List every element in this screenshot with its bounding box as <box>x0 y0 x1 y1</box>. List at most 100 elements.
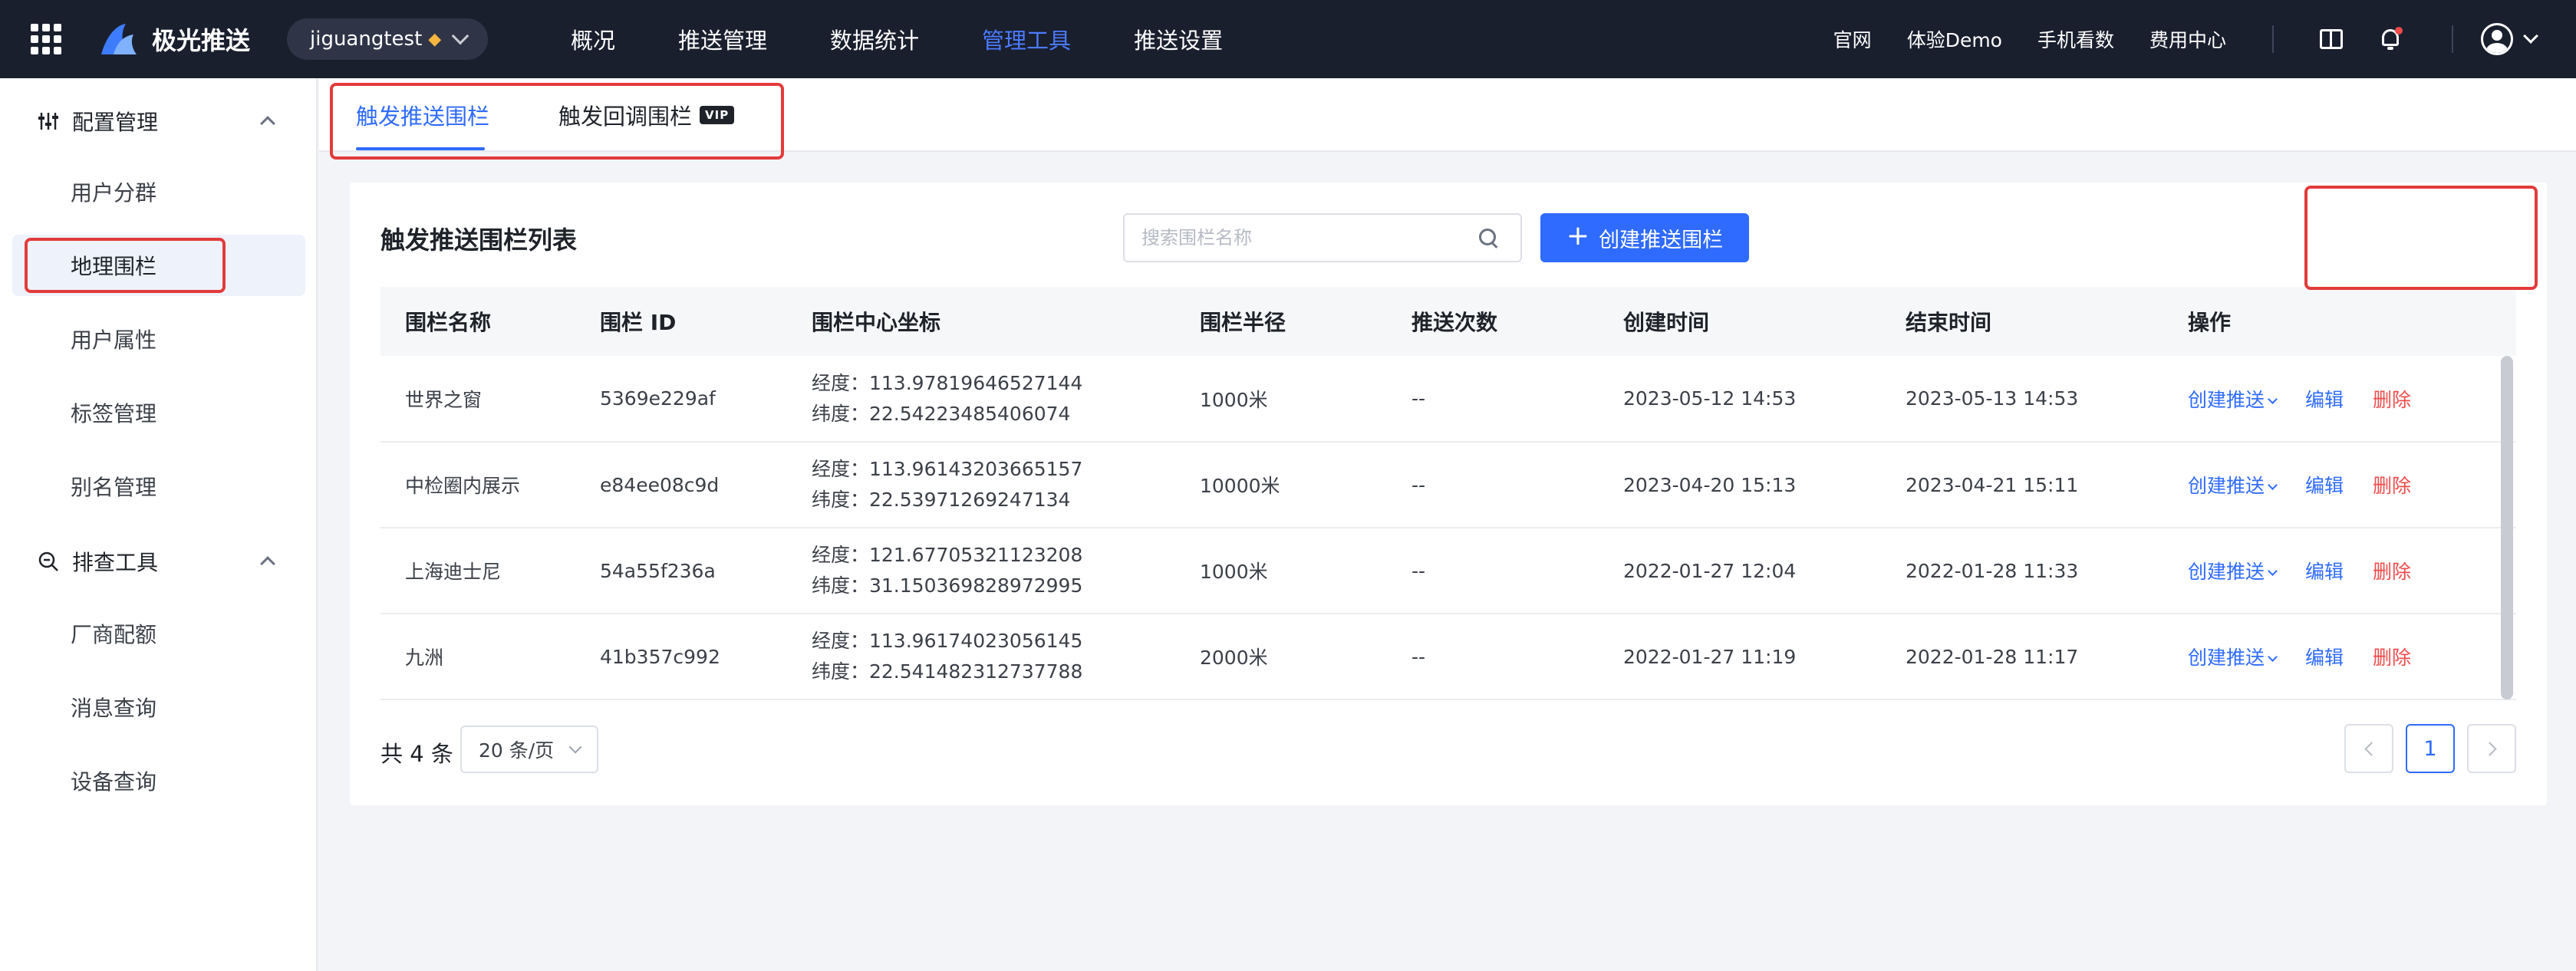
chevron-right-icon <box>2482 741 2497 756</box>
delete-link[interactable]: 删除 <box>2373 647 2411 669</box>
latitude: 纬度：22.541482312737788 <box>812 660 1083 683</box>
edit-link[interactable]: 编辑 <box>2305 475 2344 497</box>
chevron-down-icon <box>451 27 469 45</box>
nav-tools[interactable]: 管理工具 <box>982 23 1071 55</box>
push-count: -- <box>1412 645 1426 668</box>
nav-push-management[interactable]: 推送管理 <box>678 23 767 55</box>
action-label: 创建推送 <box>2188 647 2265 669</box>
created-time: 2023-05-12 14:53 <box>1623 387 1797 410</box>
created-time: 2022-01-27 11:19 <box>1623 645 1797 668</box>
table-row: 上海迪士尼 54a55f236a 经度：121.67705321123208 纬度… <box>380 528 2516 614</box>
row-actions: 创建推送 编辑 删除 <box>2163 442 2516 528</box>
chevron-down-icon <box>2268 480 2278 490</box>
column-header: 围栏中心坐标 <box>812 310 941 335</box>
row-actions: 创建推送 编辑 删除 <box>2163 528 2516 614</box>
sidebar-group-label: 排查工具 <box>72 550 159 575</box>
sidebar-group-label: 配置管理 <box>72 110 159 135</box>
action-label: 创建推送 <box>2188 388 2265 411</box>
chevron-left-icon <box>2364 741 2379 756</box>
plus-icon: + <box>1566 220 1590 252</box>
chevron-up-icon <box>260 116 275 131</box>
create-push-dropdown[interactable]: 创建推送 <box>2188 647 2278 669</box>
zoom-out-search-icon <box>38 551 58 571</box>
chevron-down-icon[interactable] <box>2523 28 2538 44</box>
table-scrollbar[interactable] <box>2501 356 2513 699</box>
next-page-button[interactable] <box>2467 724 2516 773</box>
notification-bell-icon[interactable] <box>2378 27 2403 51</box>
link-billing[interactable]: 费用中心 <box>2149 25 2226 53</box>
docs-book-icon[interactable] <box>2320 29 2343 49</box>
column-header: 创建时间 <box>1623 310 1710 335</box>
table-header-row: 围栏名称 围栏 ID 围栏中心坐标 围栏半径 推送次数 创建时间 结束时间 操作 <box>380 287 2516 356</box>
nav-overview[interactable]: 概况 <box>571 23 615 55</box>
edit-link[interactable]: 编辑 <box>2305 647 2344 669</box>
fence-name: 中检圈内展示 <box>405 475 521 497</box>
column-header: 推送次数 <box>1412 310 1498 335</box>
brand-logo[interactable]: 极光推送 <box>98 21 250 58</box>
create-push-dropdown[interactable]: 创建推送 <box>2188 388 2278 411</box>
delete-link[interactable]: 删除 <box>2373 475 2411 497</box>
fence-name: 九洲 <box>405 647 444 669</box>
sidebar-item-vendor-quota[interactable]: 厂商配额 <box>12 603 305 664</box>
sidebar-item-user-segment[interactable]: 用户分群 <box>12 161 305 222</box>
sidebar-item-tags[interactable]: 标签管理 <box>12 382 305 443</box>
total-count: 共 4 条 <box>380 741 453 767</box>
user-avatar-icon[interactable] <box>2481 23 2513 55</box>
chevron-down-icon <box>2268 652 2278 662</box>
tab-trigger-push-fence[interactable]: 触发推送围栏 <box>356 78 489 152</box>
fence-radius: 2000米 <box>1200 647 1268 669</box>
page-size-select[interactable]: 20 条/页 <box>460 726 598 773</box>
nav-statistics[interactable]: 数据统计 <box>830 23 919 55</box>
longitude: 经度：113.97819646527144 <box>812 371 1083 394</box>
link-website[interactable]: 官网 <box>1833 25 1872 53</box>
action-label: 创建推送 <box>2188 475 2265 497</box>
sidebar-item-geofence[interactable]: 地理围栏 <box>12 235 305 296</box>
link-mobile[interactable]: 手机看数 <box>2037 25 2114 53</box>
fence-center: 经度：113.97819646527144 纬度：22.5422348540607… <box>787 356 1175 442</box>
sliders-icon <box>38 113 58 130</box>
chevron-down-icon <box>2268 566 2278 576</box>
search-input[interactable] <box>1141 227 1464 249</box>
button-label: 创建推送围栏 <box>1599 228 1724 252</box>
longitude: 经度：121.67705321123208 <box>812 544 1083 566</box>
app-name: jiguangtest <box>310 28 423 51</box>
create-push-dropdown[interactable]: 创建推送 <box>2188 475 2278 497</box>
card-title: 触发推送围栏列表 <box>380 225 578 255</box>
sidebar-item-device-query[interactable]: 设备查询 <box>12 750 305 811</box>
end-time: 2023-05-13 14:53 <box>1906 387 2079 410</box>
page-number-button[interactable]: 1 <box>2406 724 2455 773</box>
edit-link[interactable]: 编辑 <box>2305 561 2344 583</box>
sidebar-group-config[interactable]: 配置管理 <box>0 84 318 158</box>
fence-id: 54a55f236a <box>600 559 716 582</box>
latitude: 纬度：22.53971269247134 <box>812 489 1071 511</box>
created-time: 2022-01-27 12:04 <box>1623 559 1797 582</box>
apps-grid-icon[interactable] <box>31 24 61 54</box>
create-push-dropdown[interactable]: 创建推送 <box>2188 561 2278 583</box>
search-icon[interactable] <box>1479 229 1499 249</box>
sidebar: 配置管理 用户分群 地理围栏 用户属性 标签管理 别名管理 排查工具 厂商配额 … <box>0 78 318 971</box>
app-selector[interactable]: jiguangtest ◆ <box>287 18 488 60</box>
sidebar-group-troubleshoot[interactable]: 排查工具 <box>0 525 318 598</box>
table-row: 世界之窗 5369e229af 经度：113.97819646527144 纬度：… <box>380 356 2516 442</box>
sidebar-item-user-attributes[interactable]: 用户属性 <box>12 308 305 370</box>
create-push-fence-button[interactable]: + 创建推送围栏 <box>1540 213 1749 262</box>
end-time: 2023-04-21 15:11 <box>1906 473 2079 496</box>
right-nav: 官网 体验Demo 手机看数 费用中心 <box>1833 0 2576 78</box>
edit-link[interactable]: 编辑 <box>2305 389 2344 411</box>
action-label: 创建推送 <box>2188 561 2265 583</box>
nav-push-settings[interactable]: 推送设置 <box>1134 23 1223 55</box>
delete-link[interactable]: 删除 <box>2373 561 2411 583</box>
tab-trigger-callback-fence[interactable]: 触发回调围栏 VIP <box>558 78 735 152</box>
longitude: 经度：113.96174023056145 <box>812 630 1083 652</box>
fence-center: 经度：113.96174023056145 纬度：22.5414823127377… <box>787 614 1175 699</box>
column-header: 操作 <box>2188 310 2232 335</box>
created-time: 2023-04-20 15:13 <box>1623 473 1797 496</box>
prev-page-button[interactable] <box>2344 724 2393 773</box>
brand-name: 极光推送 <box>152 26 251 55</box>
delete-link[interactable]: 删除 <box>2373 389 2411 411</box>
link-demo[interactable]: 体验Demo <box>1907 25 2002 53</box>
sidebar-item-message-query[interactable]: 消息查询 <box>12 676 305 738</box>
sidebar-item-alias[interactable]: 别名管理 <box>12 456 305 517</box>
diamond-icon: ◆ <box>428 29 442 49</box>
page-size-value: 20 条/页 <box>479 739 555 762</box>
